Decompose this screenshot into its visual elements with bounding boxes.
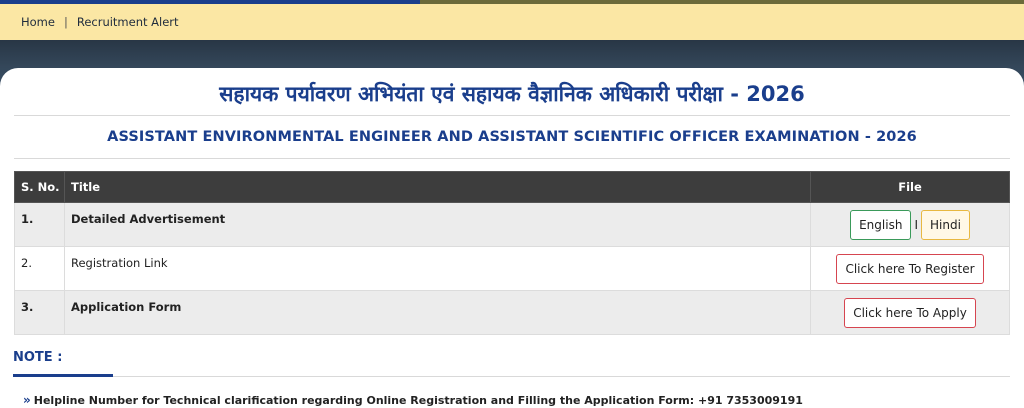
double-chevron-right-icon: » bbox=[23, 393, 31, 407]
table-row: 2. Registration Link Click here To Regis… bbox=[14, 246, 1010, 291]
row-sno: 2. bbox=[14, 246, 65, 291]
table-row: 1. Detailed Advertisement English I Hindi bbox=[14, 202, 1010, 247]
breadcrumb-separator: | bbox=[63, 15, 68, 29]
row-file-cell: English I Hindi bbox=[810, 202, 1010, 247]
table-header-row: S. No. Title File bbox=[14, 171, 1010, 203]
row-file-cell: Click here To Register bbox=[810, 246, 1010, 291]
column-header-sno: S. No. bbox=[14, 171, 65, 203]
helpline-text: Helpline Number for Technical clarificat… bbox=[33, 394, 803, 407]
column-header-title: Title bbox=[64, 171, 811, 203]
documents-table: S. No. Title File 1. Detailed Advertisem… bbox=[14, 171, 1010, 335]
note-underline bbox=[13, 374, 113, 377]
note-heading: NOTE : bbox=[13, 350, 63, 365]
row-title: Application Form bbox=[64, 290, 811, 335]
register-button[interactable]: Click here To Register bbox=[836, 253, 984, 284]
breadcrumb-current-link[interactable]: Recruitment Alert bbox=[77, 15, 179, 29]
divider bbox=[14, 115, 1010, 116]
divider bbox=[14, 158, 1010, 159]
row-title: Registration Link bbox=[64, 246, 811, 291]
row-sno: 1. bbox=[14, 202, 65, 247]
apply-button[interactable]: Click here To Apply bbox=[844, 297, 976, 328]
row-file-cell: Click here To Apply bbox=[810, 290, 1010, 335]
row-sno: 3. bbox=[14, 290, 65, 335]
page-title-hindi: सहायक पर्यावरण अभियंता एवं सहायक वैज्ञान… bbox=[219, 82, 805, 106]
note-divider bbox=[13, 376, 1010, 377]
breadcrumb: Home | Recruitment Alert bbox=[0, 4, 1024, 40]
row-title: Detailed Advertisement bbox=[64, 202, 811, 247]
english-pdf-button[interactable]: English bbox=[850, 209, 912, 240]
column-header-file: File bbox=[810, 171, 1010, 203]
page-title-english: ASSISTANT ENVIRONMENTAL ENGINEER AND ASS… bbox=[107, 129, 917, 145]
helpline-note: » Helpline Number for Technical clarifica… bbox=[23, 393, 803, 407]
breadcrumb-home-link[interactable]: Home bbox=[21, 15, 55, 29]
table-row: 3. Application Form Click here To Apply bbox=[14, 290, 1010, 335]
file-separator: I bbox=[914, 217, 918, 232]
hindi-pdf-button[interactable]: Hindi bbox=[920, 209, 970, 240]
